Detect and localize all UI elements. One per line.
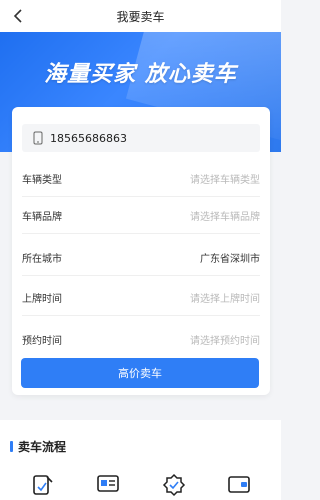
verified-badge-icon [162,473,186,500]
phone-field[interactable]: 18565686863 [22,124,260,152]
step-id-card [83,467,134,500]
step-payment [214,467,265,500]
sell-car-button[interactable]: 高价卖车 [21,358,259,388]
sell-car-form: 18565686863 车辆类型 请选择车辆类型 车辆品牌 请选择车辆品牌 所在… [12,107,270,395]
page-title: 我要卖车 [116,9,165,24]
vehicle-type-value: 请选择车辆类型 [190,175,260,186]
edit-form-icon [32,473,54,500]
city-row[interactable]: 所在城市 广东省深圳市 [22,240,260,276]
city-value: 广东省深圳市 [200,254,260,265]
vehicle-brand-row[interactable]: 车辆品牌 请选择车辆品牌 [22,198,260,234]
process-header: 卖车流程 [10,438,66,455]
banner-slogan: 海量买家 放心卖车 [44,62,237,87]
title-accent-bar [10,441,13,452]
process-steps [10,467,272,500]
appointment-time-row[interactable]: 预约时间 请选择预约时间 [22,321,260,357]
wallet-icon [227,473,251,500]
vehicle-type-row[interactable]: 车辆类型 请选择车辆类型 [22,161,260,197]
appointment-time-value: 请选择预约时间 [190,335,260,347]
appointment-time-label: 预约时间 [22,335,62,347]
top-nav-bar: 我要卖车 [0,0,281,32]
step-verify [148,467,199,500]
city-label: 所在城市 [22,254,62,265]
vehicle-brand-label: 车辆品牌 [22,212,62,223]
vehicle-brand-value: 请选择车辆品牌 [190,212,260,223]
phone-value: 18565686863 [50,131,127,145]
registration-date-row[interactable]: 上牌时间 请选择上牌时间 [22,280,260,316]
sell-process-section: 卖车流程 [0,420,281,500]
step-edit [17,467,68,500]
id-card-icon [96,473,120,500]
process-title: 卖车流程 [18,440,67,454]
phone-icon [32,131,44,145]
vehicle-type-label: 车辆类型 [22,175,62,186]
registration-date-label: 上牌时间 [22,294,62,305]
registration-date-value: 请选择上牌时间 [190,294,260,305]
back-arrow-icon[interactable] [10,8,26,24]
